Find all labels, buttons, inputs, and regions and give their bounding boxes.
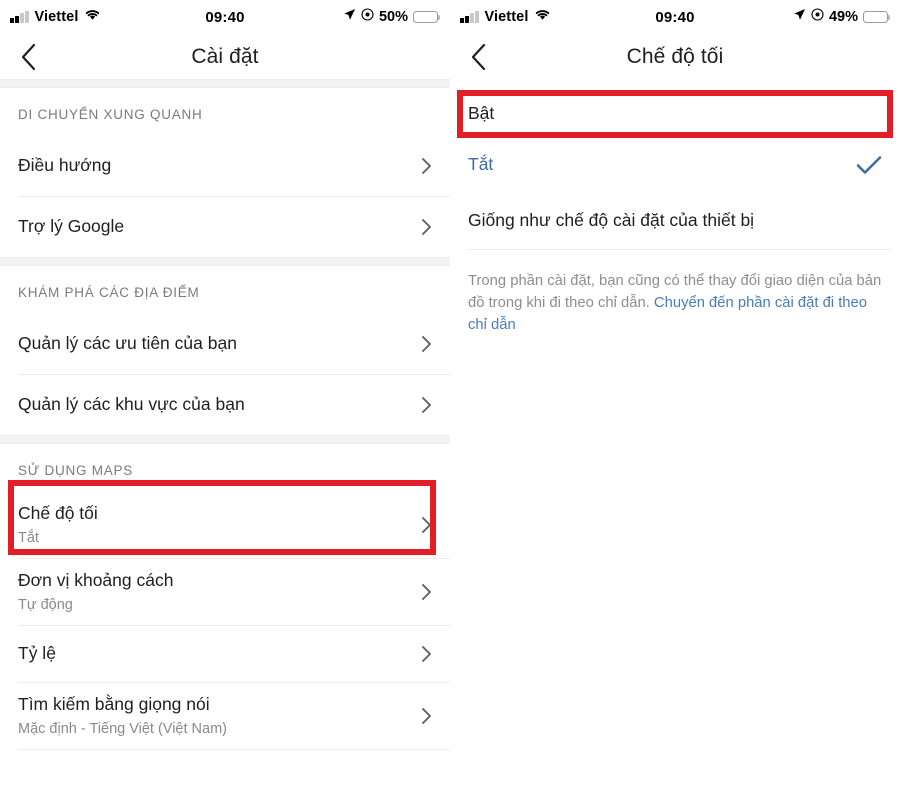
row-text: Trợ lý Google	[18, 215, 409, 239]
right-phone-screen: Viettel 09:40 49% Chế độ tối Bật Tắt Giố…	[450, 0, 900, 800]
settings-row-navigation[interactable]: Điều hướng	[0, 136, 450, 196]
status-right-group: 50%	[343, 8, 441, 26]
battery-percent-label: 49%	[828, 9, 858, 25]
row-divider	[18, 749, 450, 750]
section-header-explore-places: KHÁM PHÁ CÁC ĐỊA ĐIỂM	[18, 285, 200, 300]
section-header-using-maps: SỬ DỤNG MAPS	[18, 463, 134, 478]
settings-row-manage-areas[interactable]: Quản lý các khu vực của bạn	[0, 375, 450, 435]
page-title: Cài đặt	[191, 44, 259, 68]
carrier-label: Viettel	[34, 9, 79, 25]
location-arrow-icon	[793, 8, 806, 26]
settings-row-dark-mode[interactable]: Chế độ tối Tắt	[0, 492, 450, 558]
option-row-off[interactable]: Tắt	[450, 137, 900, 193]
option-label: Giống như chế độ cài đặt của thiết bị	[468, 210, 755, 231]
chevron-left-icon	[471, 43, 485, 70]
row-title: Trợ lý Google	[18, 216, 125, 237]
left-status-bar: Viettel 09:40 50%	[0, 0, 450, 34]
row-subtitle: Tắt	[18, 530, 39, 547]
wifi-icon	[534, 8, 551, 26]
left-phone-screen: Viettel 09:40 50% Cài đặt DI CHUYỂN XUNG…	[0, 0, 450, 800]
dual-screenshot-container: Viettel 09:40 50% Cài đặt DI CHUYỂN XUNG…	[0, 0, 900, 800]
section-gap	[0, 257, 450, 266]
row-text: Điều hướng	[18, 154, 409, 178]
row-title: Tỷ lệ	[18, 643, 56, 664]
back-button[interactable]	[450, 43, 506, 71]
row-text: Chế độ tối Tắt	[18, 502, 409, 548]
row-text: Bật	[468, 102, 882, 126]
chevron-right-icon	[421, 218, 432, 236]
row-title: Quản lý các ưu tiên của bạn	[18, 333, 237, 354]
chevron-right-icon	[421, 396, 432, 414]
page-title: Chế độ tối	[626, 44, 724, 68]
row-text: Đơn vị khoảng cách Tự động	[18, 569, 409, 615]
settings-row-google-assistant[interactable]: Trợ lý Google	[0, 197, 450, 257]
alarm-icon	[361, 8, 374, 26]
battery-icon	[413, 10, 441, 24]
row-subtitle: Mặc định - Tiếng Việt (Việt Nam)	[18, 721, 227, 738]
settings-row-distance-units[interactable]: Đơn vị khoảng cách Tự động	[0, 559, 450, 625]
row-title: Tìm kiếm bằng giọng nói	[18, 693, 210, 714]
checkmark-icon	[856, 155, 882, 175]
back-button[interactable]	[0, 43, 56, 71]
row-title: Đơn vị khoảng cách	[18, 569, 174, 590]
chevron-left-icon	[21, 43, 35, 70]
row-text: Tìm kiếm bằng giọng nói Mặc định - Tiếng…	[18, 693, 409, 739]
row-subtitle: Tự động	[18, 597, 73, 614]
row-text: Tỷ lệ	[18, 642, 409, 666]
right-status-bar: Viettel 09:40 49%	[450, 0, 900, 34]
row-text: Tắt	[468, 153, 844, 177]
row-title: Quản lý các khu vực của bạn	[18, 394, 245, 415]
option-row-on[interactable]: Bật	[450, 90, 900, 137]
row-title: Điều hướng	[18, 155, 112, 176]
chevron-right-icon	[421, 707, 432, 725]
battery-icon	[863, 10, 891, 24]
row-text: Quản lý các khu vực của bạn	[18, 393, 409, 417]
chevron-right-icon	[421, 645, 432, 663]
section-gap	[0, 435, 450, 444]
row-title: Chế độ tối	[18, 502, 98, 523]
right-nav-bar: Chế độ tối	[450, 34, 900, 79]
row-text: Quản lý các ưu tiên của bạn	[18, 332, 409, 356]
chevron-right-icon	[421, 583, 432, 601]
chevron-right-icon	[421, 516, 432, 534]
section-gap	[0, 79, 450, 88]
status-right-group: 49%	[793, 8, 891, 26]
alarm-icon	[811, 8, 824, 26]
option-label: Bật	[468, 102, 495, 123]
option-row-system-default[interactable]: Giống như chế độ cài đặt của thiết bị	[450, 193, 900, 249]
settings-row-voice-search[interactable]: Tìm kiếm bằng giọng nói Mặc định - Tiếng…	[0, 683, 450, 749]
chevron-right-icon	[421, 335, 432, 353]
location-arrow-icon	[343, 8, 356, 26]
carrier-label: Viettel	[484, 9, 529, 25]
chevron-right-icon	[421, 157, 432, 175]
settings-row-manage-preferences[interactable]: Quản lý các ưu tiên của bạn	[0, 314, 450, 374]
battery-percent-label: 50%	[378, 9, 408, 25]
settings-row-scale[interactable]: Tỷ lệ	[0, 626, 450, 682]
status-left-group: Viettel	[460, 8, 551, 26]
status-left-group: Viettel	[10, 8, 101, 26]
wifi-icon	[84, 8, 101, 26]
section-header-moving-around: DI CHUYỂN XUNG QUANH	[18, 107, 203, 122]
row-text: Giống như chế độ cài đặt của thiết bị	[468, 209, 882, 233]
left-nav-bar: Cài đặt	[0, 34, 450, 79]
signal-bars-icon	[10, 11, 29, 23]
option-label: Tắt	[468, 154, 494, 175]
dark-mode-note: Trong phần cài đặt, bạn cũng có thể thay…	[450, 250, 900, 337]
signal-bars-icon	[460, 11, 479, 23]
